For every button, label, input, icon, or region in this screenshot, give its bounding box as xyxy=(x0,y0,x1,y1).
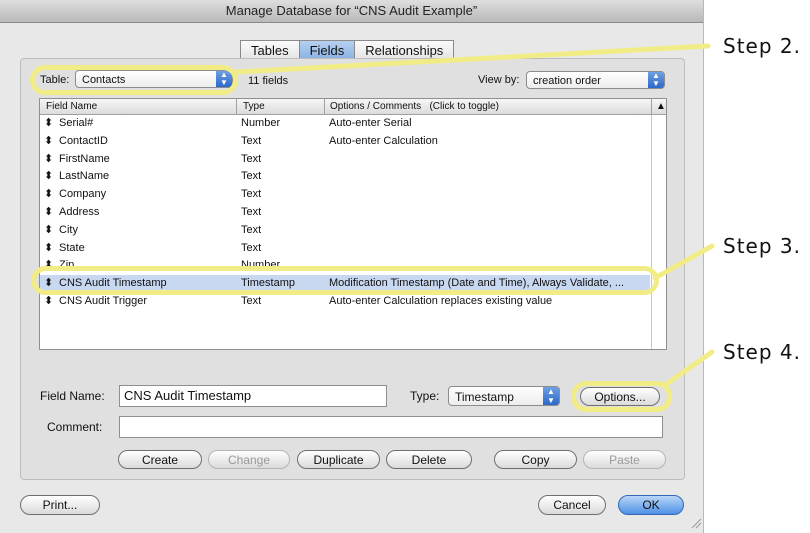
column-divider xyxy=(651,99,652,114)
reorder-handle-icon[interactable]: ⬍ xyxy=(44,275,53,292)
table-row[interactable]: ⬍ LastName Text xyxy=(40,168,650,185)
delete-button[interactable]: Delete xyxy=(386,450,472,469)
row-field-type: Text xyxy=(241,223,262,236)
table-label: Table: xyxy=(40,74,70,86)
paste-button[interactable]: Paste xyxy=(583,450,666,469)
table-row[interactable]: ⬍ Address Text xyxy=(40,204,650,221)
row-field-name: City xyxy=(59,223,78,236)
window-title: Manage Database for “CNS Audit Example” xyxy=(0,0,703,23)
step2-label: Step 2. xyxy=(723,34,801,58)
table-row[interactable]: ⬍ Zip Number xyxy=(40,257,650,274)
row-field-name: Address xyxy=(59,206,100,218)
type-popup-value: Timestamp xyxy=(455,390,514,404)
table-row[interactable]: ⬍ CNS Audit Trigger Text Auto-enter Calcula… xyxy=(40,293,650,310)
column-field-name[interactable]: Field Name xyxy=(46,99,97,114)
step3-label: Step 3. xyxy=(723,234,801,258)
manage-database-window: Manage Database for “CNS Audit Example” … xyxy=(0,0,704,533)
row-field-type: Text xyxy=(241,295,262,307)
table-popup-value: Contacts xyxy=(82,74,126,86)
table-row[interactable]: ⬍ FirstName Text xyxy=(40,151,650,168)
row-field-type: Text xyxy=(241,152,262,165)
reorder-handle-icon[interactable]: ⬍ xyxy=(44,115,53,132)
copy-button[interactable]: Copy xyxy=(494,450,577,469)
reorder-handle-icon[interactable]: ⬍ xyxy=(44,293,53,310)
view-by-value: creation order xyxy=(533,75,601,87)
step4-label: Step 4. xyxy=(723,340,801,364)
table-row[interactable]: ⬍ CNS Audit Timestamp Timestamp Modificatio… xyxy=(40,275,650,293)
reorder-handle-icon[interactable]: ⬍ xyxy=(44,151,53,168)
field-count: 11 fields xyxy=(248,75,289,87)
row-field-name: State xyxy=(59,241,85,254)
table-row[interactable]: ⬍ State Text xyxy=(40,240,650,257)
reorder-handle-icon[interactable]: ⬍ xyxy=(44,186,53,203)
row-field-type: Text xyxy=(241,170,262,183)
reorder-handle-icon[interactable]: ⬍ xyxy=(44,222,53,239)
resize-grip-icon[interactable] xyxy=(690,517,702,529)
reorder-handle-icon[interactable]: ⬍ xyxy=(44,240,53,257)
row-field-type: Text xyxy=(241,241,262,254)
popup-arrows-icon: ▲ ▼ xyxy=(543,387,559,405)
duplicate-button[interactable]: Duplicate xyxy=(297,450,380,469)
row-field-options: Auto-enter Calculation xyxy=(329,134,438,147)
row-field-type: Text xyxy=(241,206,262,218)
table-row[interactable]: ⬍ ContactID Text Auto-enter Calculation xyxy=(40,133,650,150)
row-field-name: CNS Audit Trigger xyxy=(59,295,148,307)
row-field-options: Auto-enter Serial xyxy=(329,117,412,129)
popup-arrows-icon: ▲ ▼ xyxy=(216,71,232,87)
list-header: Field Name Type Options / Comments (Clic… xyxy=(40,99,666,115)
type-popup[interactable]: Timestamp ▲ ▼ xyxy=(448,386,560,406)
sort-up-icon[interactable]: ▲ xyxy=(656,99,666,114)
table-row[interactable]: ⬍ Serial# Number Auto-enter Serial xyxy=(40,115,650,132)
reorder-handle-icon[interactable]: ⬍ xyxy=(44,133,53,150)
row-field-type: Timestamp xyxy=(241,277,295,290)
table-popup[interactable]: Contacts ▲ ▼ xyxy=(75,70,233,88)
comment-label: Comment: xyxy=(47,420,103,434)
row-field-name: FirstName xyxy=(59,152,110,165)
table-row[interactable]: ⬍ Company Text xyxy=(40,186,650,203)
row-field-name: Company xyxy=(59,188,107,201)
row-field-name: Zip xyxy=(59,259,75,272)
row-field-options: Auto-enter Calculation replaces existing… xyxy=(329,295,553,307)
comment-input[interactable] xyxy=(119,416,663,438)
column-divider xyxy=(324,99,325,114)
popup-arrows-icon: ▲ ▼ xyxy=(648,72,664,88)
cancel-button[interactable]: Cancel xyxy=(538,495,606,515)
view-by-popup[interactable]: creation order ▲ ▼ xyxy=(526,71,665,89)
ok-button[interactable]: OK xyxy=(618,495,684,515)
fields-list[interactable]: Field Name Type Options / Comments (Clic… xyxy=(39,98,667,350)
column-divider xyxy=(236,99,237,114)
row-field-name: CNS Audit Timestamp xyxy=(59,277,167,290)
row-field-name: Serial# xyxy=(59,117,94,129)
field-name-input[interactable]: CNS Audit Timestamp xyxy=(119,385,387,407)
create-button[interactable]: Create xyxy=(118,450,202,469)
reorder-handle-icon[interactable]: ⬍ xyxy=(44,168,53,185)
type-label: Type: xyxy=(410,389,440,403)
field-name-label: Field Name: xyxy=(40,389,105,403)
view-by-label: View by: xyxy=(478,74,520,86)
change-button[interactable]: Change xyxy=(208,450,290,469)
vertical-scrollbar[interactable] xyxy=(651,115,666,349)
row-field-type: Number xyxy=(241,259,281,272)
row-field-type: Text xyxy=(241,134,262,147)
print-button[interactable]: Print... xyxy=(20,495,100,515)
row-field-type: Text xyxy=(241,188,262,201)
options-button[interactable]: Options... xyxy=(580,387,660,406)
reorder-handle-icon[interactable]: ⬍ xyxy=(44,257,53,274)
column-type[interactable]: Type xyxy=(243,99,265,114)
row-field-options: Modification Timestamp (Date and Time), … xyxy=(329,277,625,290)
row-field-name: ContactID xyxy=(59,134,108,147)
table-row[interactable]: ⬍ City Text xyxy=(40,222,650,239)
reorder-handle-icon[interactable]: ⬍ xyxy=(44,204,53,221)
row-field-type: Number xyxy=(241,117,281,129)
row-field-name: LastName xyxy=(59,170,110,183)
column-options[interactable]: Options / Comments (Click to toggle) xyxy=(330,99,499,114)
